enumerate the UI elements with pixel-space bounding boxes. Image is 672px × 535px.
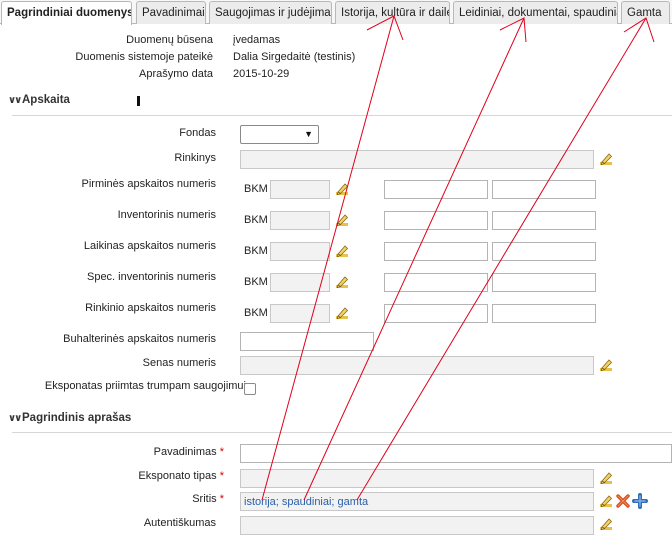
authenticity-label: Autentiškumas	[143, 517, 216, 529]
temporary-prefix: BKM	[244, 245, 268, 257]
pencil-icon[interactable]	[598, 516, 614, 532]
rinkinys-label: Rinkinys	[174, 152, 216, 164]
tab-main-data[interactable]: Pagrindiniai duomenys	[1, 1, 132, 25]
primary-number-label: Pirminės apskaitos numeris	[81, 178, 217, 190]
double-chevron-down-icon[interactable]: ∨∨	[8, 95, 22, 106]
date-label: Aprašymo data	[139, 68, 213, 80]
authenticity-field[interactable]	[240, 516, 594, 535]
temporary-extra-field-1[interactable]	[384, 242, 488, 261]
pencil-icon[interactable]	[598, 493, 614, 509]
collection-prefix: BKM	[244, 307, 268, 319]
temporary-extra-field-2[interactable]	[492, 242, 596, 261]
tab-names[interactable]: Pavadinimai	[136, 1, 206, 24]
name-label: Pavadinimas *	[154, 446, 224, 458]
old-number-label: Senas numeris	[142, 357, 216, 369]
required-mark: *	[219, 446, 224, 458]
collection-number-field[interactable]	[270, 304, 330, 323]
name-field[interactable]	[240, 444, 672, 463]
spec-inventory-extra-field-2[interactable]	[492, 273, 596, 292]
fondas-label: Fondas	[179, 127, 216, 139]
short-term-checkbox[interactable]	[244, 383, 256, 395]
section-divider	[12, 432, 672, 433]
spec-inventory-extra-field-1[interactable]	[384, 273, 488, 292]
type-field[interactable]	[240, 469, 594, 488]
bookkeeping-number-label: Buhalterinės apskaitos numeris	[63, 333, 216, 345]
pencil-icon[interactable]	[598, 357, 614, 373]
tab-bar: Pagrindiniai duomenys Pavadinimai Saugoj…	[0, 0, 672, 25]
text-cursor	[137, 96, 140, 106]
temporary-number-field[interactable]	[270, 242, 330, 261]
spec-inventory-prefix: BKM	[244, 276, 268, 288]
pencil-icon[interactable]	[598, 151, 614, 167]
section-divider	[12, 115, 672, 116]
primary-number-field[interactable]	[270, 180, 330, 199]
spec-inventory-number-label: Spec. inventorinis numeris	[86, 271, 216, 283]
field-value: istorija; spaudiniai; gamta	[244, 496, 369, 508]
short-term-label: Eksponatas priimtas trumpam saugojimui	[44, 380, 246, 392]
collection-extra-field-1[interactable]	[384, 304, 488, 323]
tab-history-culture-art[interactable]: Istorija, kultūra ir dailė	[335, 1, 450, 24]
required-mark: *	[219, 493, 224, 505]
pencil-icon[interactable]	[598, 470, 614, 486]
collection-number-label: Rinkinio apskaitos numeris	[85, 302, 216, 314]
primary-extra-field-2[interactable]	[492, 180, 596, 199]
old-number-field[interactable]	[240, 356, 594, 375]
pencil-icon[interactable]	[334, 274, 350, 290]
tab-publications-documents[interactable]: Leidiniai, dokumentai, spaudiniai	[453, 1, 618, 24]
fondas-select[interactable]: ▼	[240, 125, 319, 144]
temporary-number-label: Laikinas apskaitos numeris	[83, 240, 216, 252]
bookkeeping-number-field[interactable]	[240, 332, 374, 351]
primary-extra-field-1[interactable]	[384, 180, 488, 199]
tab-storage-movement[interactable]: Saugojimas ir judėjimas	[209, 1, 332, 24]
pencil-icon[interactable]	[334, 305, 350, 321]
date-value: 2015-10-29	[233, 68, 290, 80]
type-label-text: Eksponato tipas	[138, 470, 217, 482]
field-field[interactable]: istorija; spaudiniai; gamta	[240, 492, 594, 511]
inventory-extra-field-2[interactable]	[492, 211, 596, 230]
status-label: Duomenų būsena	[126, 34, 213, 46]
double-chevron-down-icon[interactable]: ∨∨	[8, 413, 22, 424]
type-label: Eksponato tipas *	[138, 470, 224, 482]
name-label-text: Pavadinimas	[153, 446, 217, 458]
pencil-icon[interactable]	[334, 212, 350, 228]
inventory-prefix: BKM	[244, 214, 268, 226]
field-label-text: Sritis	[192, 493, 217, 505]
pencil-icon[interactable]	[334, 181, 350, 197]
dropdown-arrow-icon: ▼	[304, 129, 313, 139]
pencil-icon[interactable]	[334, 243, 350, 259]
primary-prefix: BKM	[244, 183, 268, 195]
delete-x-icon[interactable]	[615, 493, 631, 509]
tab-nature[interactable]: Gamta	[621, 1, 670, 24]
inventory-extra-field-1[interactable]	[384, 211, 488, 230]
submitter-label: Duomenis sistemoje pateikė	[75, 51, 213, 63]
field-label: Sritis *	[192, 493, 224, 505]
plus-icon[interactable]	[632, 493, 648, 509]
rinkinys-field[interactable]	[240, 150, 594, 169]
collection-extra-field-2[interactable]	[492, 304, 596, 323]
inventory-number-field[interactable]	[270, 211, 330, 230]
spec-inventory-number-field[interactable]	[270, 273, 330, 292]
required-mark: *	[219, 470, 224, 482]
section-title-accounting[interactable]: Apskaita	[22, 94, 70, 106]
submitter-value: Dalia Sirgedaitė (testinis)	[233, 51, 356, 63]
inventory-number-label: Inventorinis numeris	[117, 209, 216, 221]
section-title-main-description[interactable]: Pagrindinis aprašas	[22, 412, 131, 424]
status-value: įvedamas	[233, 34, 281, 46]
